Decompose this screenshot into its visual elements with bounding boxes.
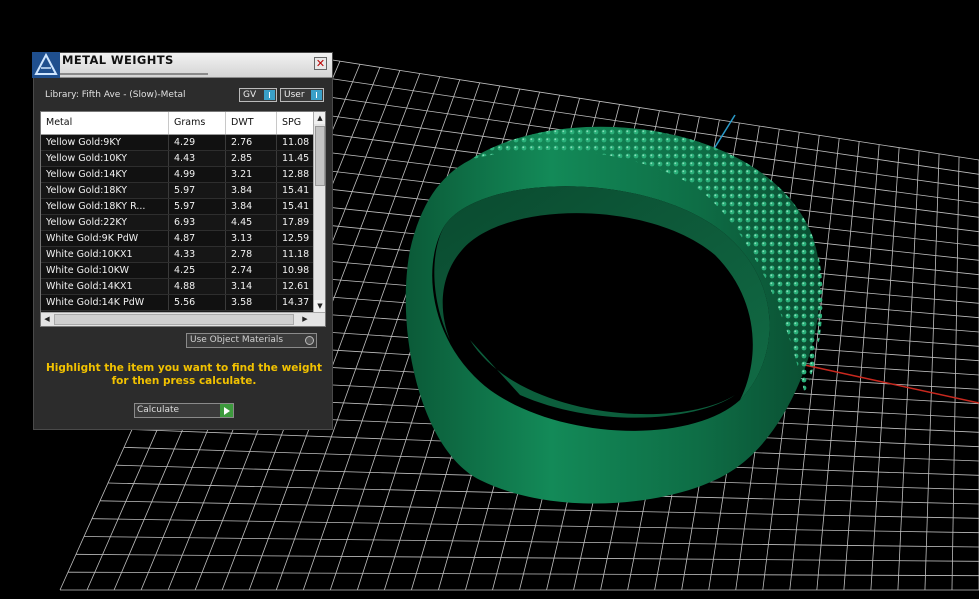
table-row[interactable]: White Gold:10KX1 4.33 2.78 11.18 — [41, 247, 317, 263]
cell-metal: Yellow Gold:18KY R... — [41, 199, 169, 214]
cell-spg: 12.88 — [277, 167, 317, 182]
metal-table: Metal Grams DWT SPG Yellow Gold:9KY 4.29 2… — [40, 111, 326, 327]
cell-spg: 15.41 — [277, 199, 317, 214]
grid-line — [83, 536, 979, 548]
cell-spg: 11.08 — [277, 135, 317, 150]
table-body: Yellow Gold:9KY 4.29 2.76 11.08 Yellow Gold:… — [41, 135, 317, 311]
scrollbar-thumb[interactable] — [54, 314, 294, 325]
user-toggle[interactable]: User — [280, 88, 324, 102]
calculate-label: Calculate — [137, 405, 180, 415]
table-row[interactable]: Yellow Gold:18KY 5.97 3.84 15.41 — [41, 183, 317, 199]
app-logo-icon — [32, 52, 60, 78]
cell-metal: White Gold:10KW — [41, 263, 169, 278]
cell-metal: Yellow Gold:18KY — [41, 183, 169, 198]
cell-grams: 5.97 — [169, 183, 226, 198]
cell-dwt: 2.85 — [226, 151, 277, 166]
cell-grams: 4.33 — [169, 247, 226, 262]
table-row[interactable]: White Gold:10KW 4.25 2.74 10.98 — [41, 263, 317, 279]
cell-grams: 5.56 — [169, 295, 226, 310]
scroll-right-icon[interactable]: ▶ — [299, 313, 311, 326]
close-button[interactable]: ✕ — [314, 57, 327, 70]
table-row[interactable]: Yellow Gold:22KY 6.93 4.45 17.89 — [41, 215, 317, 231]
scroll-left-icon[interactable]: ◀ — [41, 313, 53, 326]
use-object-materials-label: Use Object Materials — [190, 335, 284, 345]
cell-spg: 12.61 — [277, 279, 317, 294]
cell-dwt: 3.14 — [226, 279, 277, 294]
cell-grams: 4.99 — [169, 167, 226, 182]
cell-dwt: 3.13 — [226, 231, 277, 246]
scroll-up-icon[interactable]: ▲ — [314, 112, 325, 124]
cell-grams: 4.43 — [169, 151, 226, 166]
cell-spg: 12.59 — [277, 231, 317, 246]
cell-dwt: 2.74 — [226, 263, 277, 278]
panel-title: METAL WEIGHTS — [62, 53, 174, 67]
toggle-switch-icon — [311, 90, 322, 100]
cell-grams: 4.88 — [169, 279, 226, 294]
cell-dwt: 3.58 — [226, 295, 277, 310]
cell-grams: 4.25 — [169, 263, 226, 278]
scroll-down-icon[interactable]: ▼ — [314, 300, 325, 312]
panel-title-bar[interactable]: METAL WEIGHTS ✕ — [32, 52, 332, 78]
grid-line — [91, 518, 979, 534]
table-row[interactable]: White Gold:14K PdW 5.56 3.58 14.37 — [41, 295, 317, 311]
table-row[interactable]: Yellow Gold:14KY 4.99 3.21 12.88 — [41, 167, 317, 183]
play-arrow-icon — [220, 404, 233, 417]
title-divider — [60, 73, 208, 75]
user-toggle-label: User — [284, 90, 305, 100]
scrollbar-thumb[interactable] — [315, 126, 325, 186]
cell-grams: 5.97 — [169, 199, 226, 214]
library-label: Library: Fifth Ave - (Slow)-Metal — [45, 90, 186, 100]
cell-spg: 11.45 — [277, 151, 317, 166]
cell-dwt: 4.45 — [226, 215, 277, 230]
grid-line — [75, 553, 979, 562]
cell-metal: White Gold:14K PdW — [41, 295, 169, 310]
cell-metal: Yellow Gold:22KY — [41, 215, 169, 230]
cell-spg: 11.18 — [277, 247, 317, 262]
radio-icon — [305, 336, 314, 345]
cell-dwt: 2.78 — [226, 247, 277, 262]
cell-metal: Yellow Gold:9KY — [41, 135, 169, 150]
table-header: Metal Grams DWT SPG — [41, 112, 317, 135]
cell-grams: 4.87 — [169, 231, 226, 246]
gv-toggle[interactable]: GV — [239, 88, 277, 102]
instruction-text: Highlight the item you want to find the … — [46, 362, 322, 387]
cell-metal: White Gold:10KX1 — [41, 247, 169, 262]
cell-dwt: 3.84 — [226, 183, 277, 198]
cell-dwt: 3.21 — [226, 167, 277, 182]
cell-spg: 17.89 — [277, 215, 317, 230]
cell-grams: 6.93 — [169, 215, 226, 230]
metal-weights-panel: METAL WEIGHTS ✕ Library: Fifth Ave - (Sl… — [32, 52, 333, 430]
gv-toggle-label: GV — [243, 90, 257, 100]
cell-metal: White Gold:9K PdW — [41, 231, 169, 246]
cell-dwt: 3.84 — [226, 199, 277, 214]
column-header-metal[interactable]: Metal — [41, 112, 169, 134]
grid-line — [99, 500, 979, 519]
cell-spg: 10.98 — [277, 263, 317, 278]
horizontal-scrollbar[interactable]: ◀ ▶ — [41, 312, 325, 326]
table-row[interactable]: White Gold:9K PdW 4.87 3.13 12.59 — [41, 231, 317, 247]
cell-metal: White Gold:14KX1 — [41, 279, 169, 294]
table-row[interactable]: Yellow Gold:18KY R... 5.97 3.84 15.41 — [41, 199, 317, 215]
cell-dwt: 2.76 — [226, 135, 277, 150]
ring-model[interactable] — [405, 126, 823, 504]
cell-metal: Yellow Gold:10KY — [41, 151, 169, 166]
cell-grams: 4.29 — [169, 135, 226, 150]
cell-spg: 14.37 — [277, 295, 317, 310]
column-header-dwt[interactable]: DWT — [226, 112, 277, 134]
use-object-materials-button[interactable]: Use Object Materials — [186, 333, 317, 348]
cell-metal: Yellow Gold:14KY — [41, 167, 169, 182]
table-row[interactable]: Yellow Gold:10KY 4.43 2.85 11.45 — [41, 151, 317, 167]
column-header-spg[interactable]: SPG — [277, 112, 317, 134]
vertical-scrollbar[interactable]: ▲ ▼ — [313, 112, 325, 312]
table-row[interactable]: White Gold:14KX1 4.88 3.14 12.61 — [41, 279, 317, 295]
table-row[interactable]: Yellow Gold:9KY 4.29 2.76 11.08 — [41, 135, 317, 151]
cell-spg: 15.41 — [277, 183, 317, 198]
calculate-button[interactable]: Calculate — [134, 403, 234, 418]
column-header-grams[interactable]: Grams — [169, 112, 226, 134]
toggle-switch-icon — [264, 90, 275, 100]
